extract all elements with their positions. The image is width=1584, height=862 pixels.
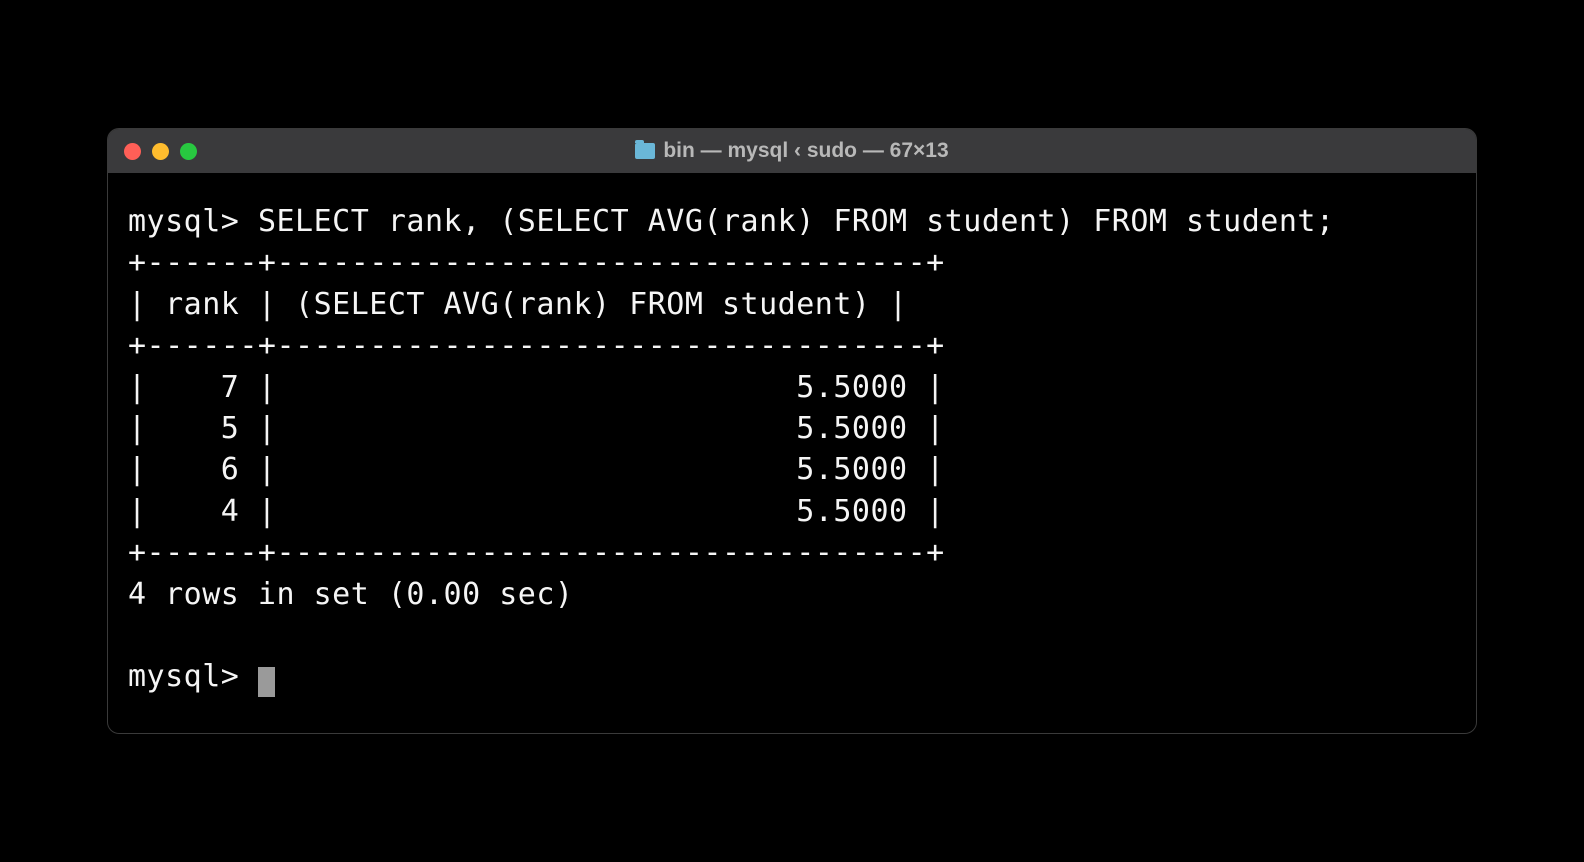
cursor [258,667,275,697]
table-border-bottom: +------+--------------------------------… [128,535,945,570]
title-bar: bin — mysql ‹ sudo — 67×13 [108,129,1476,173]
prompt: mysql> [128,204,239,239]
table-border-mid: +------+--------------------------------… [128,328,945,363]
close-button[interactable] [124,143,141,160]
table-row: | 6 | 5.5000 | [128,452,945,487]
title-content: bin — mysql ‹ sudo — 67×13 [108,139,1476,163]
minimize-button[interactable] [152,143,169,160]
table-row: | 7 | 5.5000 | [128,370,945,405]
maximize-button[interactable] [180,143,197,160]
terminal-window: bin — mysql ‹ sudo — 67×13 mysql> SELECT… [107,128,1477,734]
prompt: mysql> [128,659,258,694]
traffic-lights [124,143,197,160]
table-row: | 4 | 5.5000 | [128,494,945,529]
terminal-body[interactable]: mysql> SELECT rank, (SELECT AVG(rank) FR… [108,173,1476,733]
terminal-output: mysql> SELECT rank, (SELECT AVG(rank) FR… [128,201,1456,698]
window-title: bin — mysql ‹ sudo — 67×13 [663,139,948,163]
folder-icon [635,143,655,159]
sql-command: SELECT rank, (SELECT AVG(rank) FROM stud… [258,204,1335,239]
table-row: | 5 | 5.5000 | [128,411,945,446]
result-summary: 4 rows in set (0.00 sec) [128,577,573,612]
table-border-top: +------+--------------------------------… [128,245,945,280]
table-header: | rank | (SELECT AVG(rank) FROM student)… [128,287,908,322]
